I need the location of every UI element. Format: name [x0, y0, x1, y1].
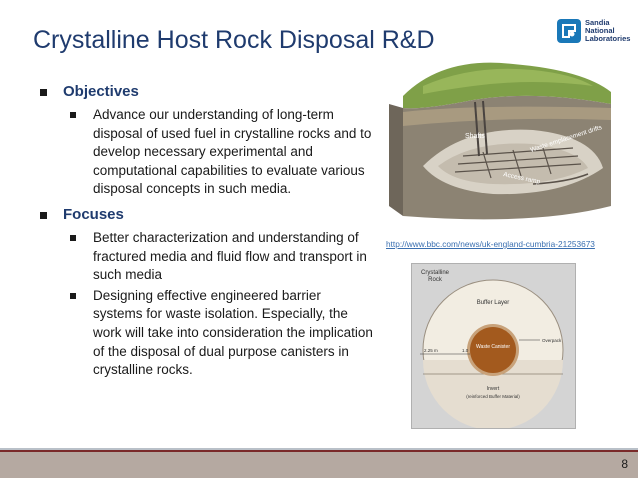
dimension-inner-label: 1.0 — [462, 348, 469, 353]
invert-label: Invert — [487, 386, 500, 392]
focuses-heading: Focuses — [38, 205, 373, 225]
focus-item-1: Better characterization and understandin… — [38, 229, 373, 285]
dimension-outer-label: 2.25 m — [424, 348, 438, 353]
bullet-square-icon — [40, 89, 47, 96]
focus-item-2-text: Designing effective engineered barrier s… — [93, 287, 373, 378]
canister-cross-section-diagram: Buffer Layer Waste Canister Overpack 2.2… — [411, 263, 576, 429]
footer-bar: 8 — [0, 450, 638, 478]
objectives-item: Advance our understanding of long-term d… — [38, 106, 373, 199]
source-link[interactable]: http://www.bbc.com/news/uk-england-cumbr… — [386, 239, 595, 249]
bullet-square-icon — [70, 234, 76, 241]
buffer-label: Buffer Layer — [477, 300, 510, 306]
bullet-square-icon — [40, 211, 47, 219]
repository-illustration: Shafts Waste emplacement drifts Access r… — [383, 56, 616, 230]
objectives-item-text: Advance our understanding of long-term d… — [93, 107, 372, 197]
page-number: 8 — [621, 457, 628, 471]
rock-label-text: Crystalline Rock — [420, 270, 449, 283]
canister-label: Waste Canister — [476, 344, 510, 350]
focus-item-1-text: Better characterization and understandin… — [93, 229, 367, 283]
bullet-square-icon — [70, 292, 76, 299]
objectives-heading: Objectives — [38, 82, 373, 102]
slide-title: Crystalline Host Rock Disposal R&D — [33, 26, 435, 54]
footer-rule — [0, 450, 638, 452]
focus-item-2: Designing effective engineered barrier s… — [38, 287, 373, 380]
shafts-label: Shafts — [465, 133, 485, 140]
focuses-heading-text: Focuses — [63, 205, 124, 223]
logo-text: Sandia National Laboratories — [585, 18, 631, 43]
sandia-thunderbird-icon — [557, 19, 581, 43]
overpack-label: Overpack — [542, 338, 562, 343]
bullet-square-icon — [70, 112, 76, 118]
sandia-logo: Sandia National Laboratories — [557, 13, 631, 49]
invert-sub-label: (reinforced Buffer Material) — [466, 394, 520, 399]
objectives-heading-text: Objectives — [63, 83, 139, 100]
bullet-list: Objectives Advance our understanding of … — [38, 82, 373, 382]
